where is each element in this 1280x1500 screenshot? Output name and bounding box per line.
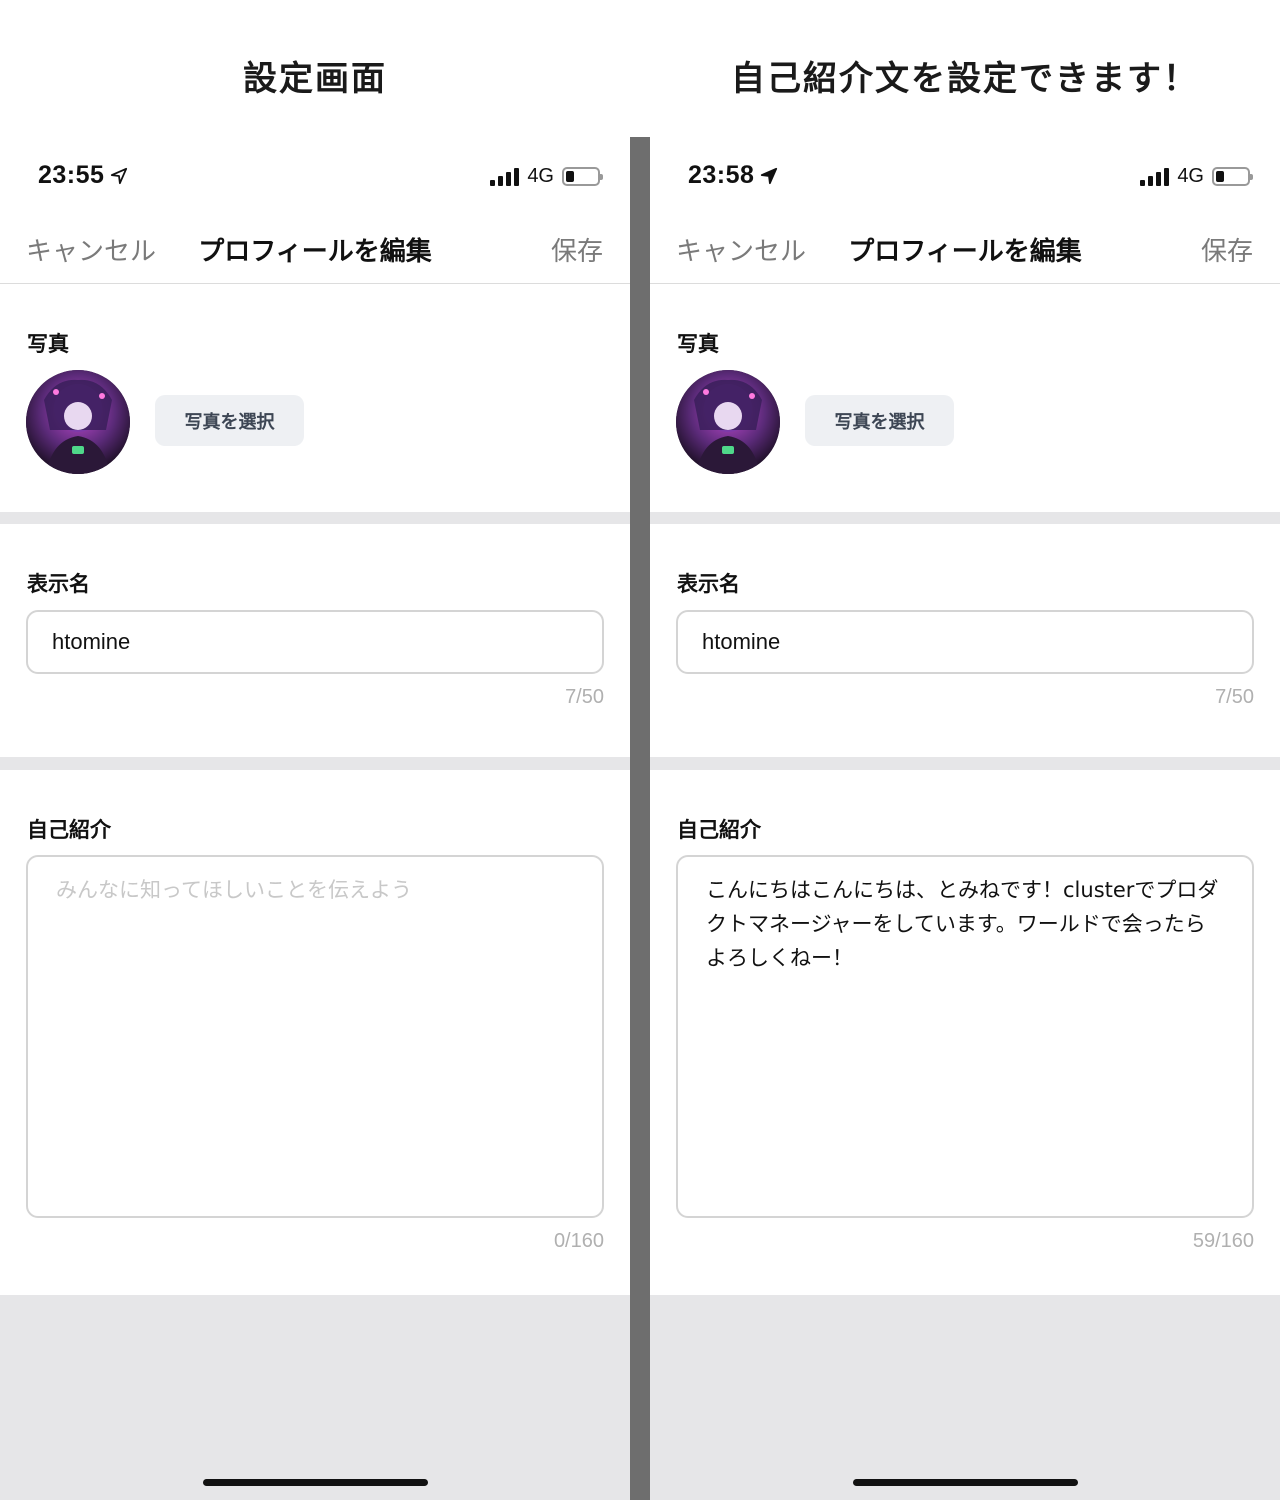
photo-label: 写真 <box>677 332 719 356</box>
location-arrow-icon <box>761 167 778 184</box>
phone-screen-left: 23:55 4G キャンセル プロフィールを編集 保存 写真 写真を選択 表示名… <box>0 137 630 1500</box>
photo-section: 写真 写真を選択 <box>650 284 1280 512</box>
section-separator <box>0 512 630 524</box>
bio-textarea[interactable]: こんにちはこんにちは、とみねです！clusterでプロダクトマネージャーをしてい… <box>676 855 1254 1218</box>
status-time: 23:55 <box>38 161 105 189</box>
bio-section: 自己紹介 こんにちはこんにちは、とみねです！clusterでプロダクトマネージャ… <box>650 770 1280 1295</box>
network-type: 4G <box>1177 165 1204 187</box>
bio-section: 自己紹介 みんなに知ってほしいことを伝えよう 0/160 <box>0 770 630 1295</box>
bio-placeholder: みんなに知ってほしいことを伝えよう <box>56 878 412 902</box>
status-bar: 23:58 4G <box>650 137 1280 217</box>
section-separator <box>0 757 630 770</box>
avatar-image <box>676 370 780 474</box>
display-name-counter: 7/50 <box>1215 686 1254 708</box>
choose-photo-button[interactable]: 写真を選択 <box>805 395 954 446</box>
keyboard-area <box>0 1295 630 1500</box>
signal-bars-icon <box>1140 167 1170 186</box>
signal-bars-icon <box>490 167 520 186</box>
avatar-image <box>26 370 130 474</box>
avatar[interactable] <box>676 370 780 474</box>
display-name-counter: 7/50 <box>565 686 604 708</box>
network-type: 4G <box>527 165 554 187</box>
phone-screen-right: 23:58 4G キャンセル プロフィールを編集 保存 写真 写真を選択 表示名… <box>650 137 1280 1500</box>
display-name-label: 表示名 <box>27 572 90 596</box>
photo-label: 写真 <box>27 332 69 356</box>
location-arrow-icon <box>111 167 128 184</box>
bio-textarea[interactable]: みんなに知ってほしいことを伝えよう <box>26 855 604 1218</box>
battery-icon <box>562 167 603 186</box>
display-name-section: 表示名 htomine 7/50 <box>650 524 1280 757</box>
section-separator <box>650 512 1280 524</box>
bio-counter: 59/160 <box>1192 1230 1254 1252</box>
section-separator <box>650 757 1280 770</box>
nav-bar: キャンセル プロフィールを編集 保存 <box>650 217 1280 284</box>
avatar[interactable] <box>26 370 130 474</box>
photo-section: 写真 写真を選択 <box>0 284 630 512</box>
bio-label: 自己紹介 <box>677 818 761 842</box>
choose-photo-button[interactable]: 写真を選択 <box>155 395 304 446</box>
caption-left: 設定画面 <box>243 58 387 99</box>
caption-right: 自己紹介文を設定できます！ <box>731 58 1199 99</box>
keyboard-area <box>650 1295 1280 1500</box>
bio-label: 自己紹介 <box>27 818 111 842</box>
home-indicator[interactable] <box>203 1479 428 1486</box>
cancel-button[interactable]: キャンセル <box>26 231 156 268</box>
panel-divider <box>630 137 650 1500</box>
display-name-input[interactable]: htomine <box>26 610 604 674</box>
display-name-input[interactable]: htomine <box>676 610 1254 674</box>
display-name-section: 表示名 htomine 7/50 <box>0 524 630 757</box>
save-button[interactable]: 保存 <box>551 231 603 268</box>
display-name-label: 表示名 <box>677 572 740 596</box>
status-bar: 23:55 4G <box>0 137 630 217</box>
home-indicator[interactable] <box>853 1479 1078 1486</box>
save-button[interactable]: 保存 <box>1201 231 1253 268</box>
bio-text: こんにちはこんにちは、とみねです！clusterでプロダクトマネージャーをしてい… <box>706 878 1219 970</box>
nav-bar: キャンセル プロフィールを編集 保存 <box>0 217 630 284</box>
cancel-button[interactable]: キャンセル <box>676 231 806 268</box>
battery-icon <box>1212 167 1253 186</box>
bio-counter: 0/160 <box>553 1230 604 1252</box>
status-time: 23:58 <box>688 161 755 189</box>
